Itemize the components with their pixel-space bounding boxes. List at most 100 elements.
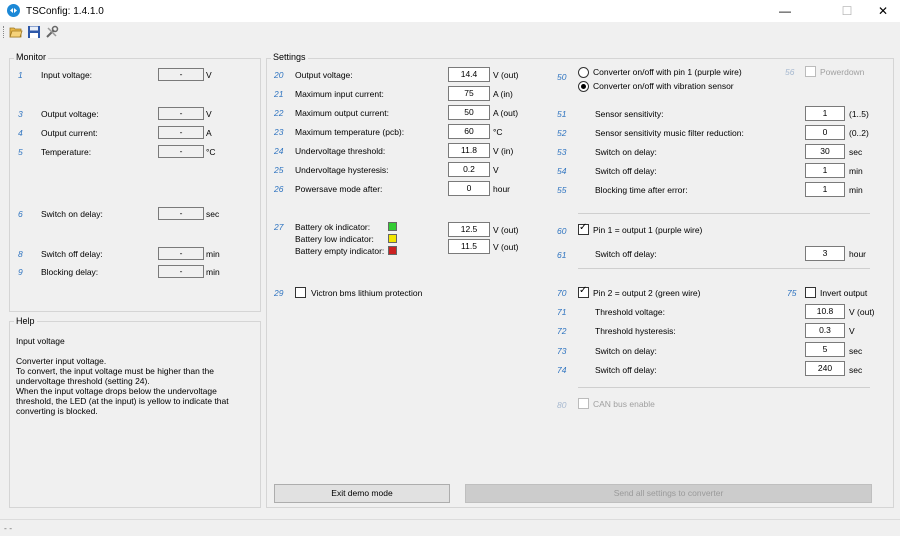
blocking-time-label: Blocking time after error: bbox=[595, 185, 688, 195]
battery-ok-label: Battery ok indicator: bbox=[295, 222, 371, 232]
switch-off-delay-value: - bbox=[158, 247, 204, 260]
toolbar bbox=[0, 22, 900, 42]
powerdown-checkbox[interactable] bbox=[805, 66, 816, 77]
unit-label: hour bbox=[493, 184, 511, 194]
setting-number: 22 bbox=[274, 108, 284, 118]
unit-label: V (out) bbox=[493, 242, 519, 252]
output-voltage-setting-label: Output voltage: bbox=[295, 70, 353, 80]
can-bus-checkbox[interactable] bbox=[578, 398, 589, 409]
unit-label: (0..2) bbox=[849, 128, 869, 138]
output-current-value: - bbox=[158, 126, 204, 139]
status-text: - - bbox=[4, 523, 13, 533]
sensor-sensitivity-input[interactable]: 1 bbox=[805, 106, 845, 121]
status-bar bbox=[0, 519, 900, 536]
battery-empty-led bbox=[388, 246, 397, 255]
max-temperature-input[interactable]: 60 bbox=[448, 124, 490, 139]
threshold-hysteresis-input[interactable]: 0.3 bbox=[805, 323, 845, 338]
setting-number: 1 bbox=[18, 70, 23, 80]
close-button[interactable]: ✕ bbox=[860, 0, 900, 22]
unit-label: °C bbox=[206, 147, 216, 157]
sensor-switch-off-delay-input[interactable]: 1 bbox=[805, 163, 845, 178]
pin2-switch-on-delay-input[interactable]: 5 bbox=[805, 342, 845, 357]
max-input-current-input[interactable]: 75 bbox=[448, 86, 490, 101]
divider bbox=[578, 268, 870, 269]
divider bbox=[578, 387, 870, 388]
unit-label: sec bbox=[206, 209, 220, 219]
unit-label: V bbox=[493, 165, 499, 175]
pin1-switch-off-delay-input[interactable]: 3 bbox=[805, 246, 845, 261]
setting-number: 70 bbox=[557, 288, 567, 298]
setting-number: 60 bbox=[557, 226, 567, 236]
pin2-output-checkbox[interactable] bbox=[578, 285, 589, 298]
unit-label: (1..5) bbox=[849, 109, 869, 119]
converter-pin1-radio[interactable] bbox=[578, 67, 589, 78]
setting-number: 25 bbox=[274, 165, 284, 175]
unit-label: V (in) bbox=[493, 146, 514, 156]
threshold-voltage-input[interactable]: 10.8 bbox=[805, 304, 845, 319]
setting-number: 74 bbox=[557, 365, 567, 375]
setting-number: 20 bbox=[274, 70, 284, 80]
temperature-value: - bbox=[158, 145, 204, 158]
save-icon[interactable] bbox=[27, 25, 41, 39]
setting-number: 50 bbox=[557, 72, 567, 82]
setting-number: 29 bbox=[274, 288, 284, 298]
setting-number: 52 bbox=[557, 128, 567, 138]
invert-output-checkbox[interactable] bbox=[805, 287, 816, 298]
unit-label: A (in) bbox=[493, 89, 513, 99]
converter-vibration-radio[interactable] bbox=[578, 81, 589, 92]
undervoltage-threshold-input[interactable]: 11.8 bbox=[448, 143, 490, 158]
pin1-output-label: Pin 1 = output 1 (purple wire) bbox=[593, 225, 703, 235]
folder-open-icon[interactable] bbox=[9, 25, 23, 39]
undervoltage-hysteresis-label: Undervoltage hysteresis: bbox=[295, 165, 389, 175]
unit-label: A (out) bbox=[493, 108, 519, 118]
max-temperature-label: Maximum temperature (pcb): bbox=[295, 127, 405, 137]
max-output-current-input[interactable]: 50 bbox=[448, 105, 490, 120]
music-filter-input[interactable]: 0 bbox=[805, 125, 845, 140]
setting-number: 56 bbox=[785, 67, 795, 77]
pin1-switch-off-delay-label: Switch off delay: bbox=[595, 249, 657, 259]
exit-demo-button[interactable]: Exit demo mode bbox=[274, 484, 450, 503]
pin2-switch-off-delay-label: Switch off delay: bbox=[595, 365, 657, 375]
undervoltage-hysteresis-input[interactable]: 0.2 bbox=[448, 162, 490, 177]
sensor-switch-on-delay-input[interactable]: 30 bbox=[805, 144, 845, 159]
help-text: Converter input voltage. To convert, the… bbox=[16, 356, 229, 416]
battery-low-label: Battery low indicator: bbox=[295, 234, 374, 244]
blocking-time-input[interactable]: 1 bbox=[805, 182, 845, 197]
switch-on-delay-value: - bbox=[158, 207, 204, 220]
temperature-label: Temperature: bbox=[41, 147, 92, 157]
setting-number: 9 bbox=[18, 267, 23, 277]
unit-label: V bbox=[206, 70, 212, 80]
pin2-switch-off-delay-input[interactable]: 240 bbox=[805, 361, 845, 376]
unit-label: sec bbox=[849, 346, 863, 356]
unit-label: sec bbox=[849, 147, 863, 157]
powersave-label: Powersave mode after: bbox=[295, 184, 383, 194]
setting-number: 4 bbox=[18, 128, 23, 138]
setting-number: 75 bbox=[787, 288, 797, 298]
setting-number: 6 bbox=[18, 209, 23, 219]
toolbar-grip bbox=[3, 26, 5, 38]
tools-icon[interactable] bbox=[45, 25, 59, 39]
sensor-switch-off-delay-label: Switch off delay: bbox=[595, 166, 657, 176]
setting-number: 27 bbox=[274, 222, 284, 232]
battery-ok-threshold-input[interactable]: 12.5 bbox=[448, 222, 490, 237]
help-heading: Input voltage bbox=[16, 336, 65, 346]
music-filter-label: Sensor sensitivity music filter reductio… bbox=[595, 128, 744, 138]
output-voltage-input[interactable]: 14.4 bbox=[448, 67, 490, 82]
minimize-button[interactable]: — bbox=[762, 0, 808, 22]
powerdown-label: Powerdown bbox=[820, 67, 865, 77]
can-bus-label: CAN bus enable bbox=[593, 399, 655, 409]
send-settings-button[interactable]: Send all settings to converter bbox=[465, 484, 872, 503]
unit-label: V (out) bbox=[849, 307, 875, 317]
unit-label: A bbox=[206, 128, 212, 138]
switch-off-delay-label: Switch off delay: bbox=[41, 249, 103, 259]
setting-number: 24 bbox=[274, 146, 284, 156]
settings-title: Settings bbox=[271, 52, 308, 62]
victron-checkbox[interactable] bbox=[295, 287, 306, 298]
converter-vibration-label: Converter on/off with vibration sensor bbox=[593, 81, 734, 91]
divider bbox=[578, 213, 870, 214]
output-voltage-label: Output voltage: bbox=[41, 109, 99, 119]
unit-label: min bbox=[849, 166, 863, 176]
powersave-input[interactable]: 0 bbox=[448, 181, 490, 196]
battery-low-threshold-input[interactable]: 11.5 bbox=[448, 239, 490, 254]
pin1-output-checkbox[interactable] bbox=[578, 222, 589, 235]
